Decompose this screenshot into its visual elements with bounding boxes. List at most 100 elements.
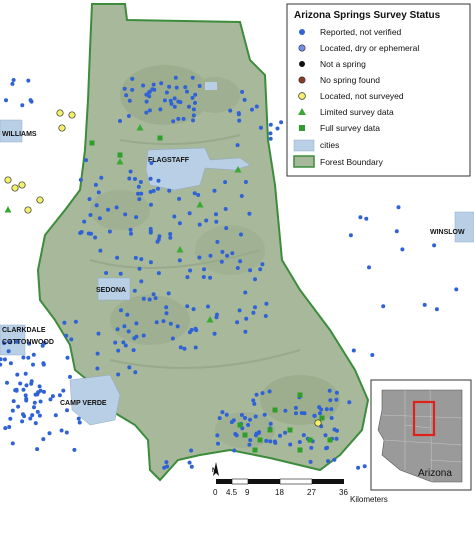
city-winslow <box>454 211 474 243</box>
spring-point-reported <box>178 345 183 350</box>
spring-point-reported <box>381 304 386 309</box>
spring-point-reported <box>167 84 172 89</box>
spring-point-located <box>36 196 44 204</box>
spring-point-reported <box>253 305 257 310</box>
city-label: COTTONWOOD <box>2 339 54 346</box>
city-label: CLARKDALE <box>2 327 46 334</box>
legend-title: Arizona Springs Survey Status <box>294 10 441 21</box>
spring-point-reported <box>167 188 172 193</box>
spring-point-reported <box>224 412 229 417</box>
spring-point-reported <box>141 296 146 301</box>
svg-text:N: N <box>212 468 216 474</box>
spring-point-reported <box>48 397 53 402</box>
spring-point-located <box>24 206 32 214</box>
legend-no-spring-symbol <box>298 76 306 84</box>
spring-point-reported <box>99 175 104 180</box>
spring-point-reported <box>61 388 66 393</box>
spring-point-reported <box>126 114 131 118</box>
spring-point-reported <box>77 420 82 425</box>
spring-point-reported <box>104 271 109 275</box>
spring-point-reported <box>253 277 257 282</box>
spring-point-reported <box>370 353 375 357</box>
spring-point-reported <box>168 235 173 240</box>
spring-point-reported <box>133 370 138 375</box>
spring-point-reported <box>93 235 98 240</box>
spring-point-reported <box>159 81 164 86</box>
spring-point-reported <box>235 320 240 325</box>
scale-tick: 18 <box>275 488 284 497</box>
spring-point-reported <box>41 362 46 367</box>
spring-point-reported <box>170 336 175 341</box>
spring-point-reported <box>84 158 89 163</box>
spring-point-reported <box>127 176 132 181</box>
spring-point-reported <box>193 100 197 105</box>
spring-point-reported <box>10 408 15 413</box>
spring-point-reported <box>24 398 29 403</box>
spring-point-reported <box>196 193 201 197</box>
spring-point-reported <box>251 310 256 315</box>
city-label: CAMP VERDE <box>60 400 107 407</box>
spring-point-located <box>314 419 322 427</box>
spring-point-reported <box>38 399 43 404</box>
spring-point-reported <box>190 95 195 100</box>
spring-point-reported <box>123 212 128 217</box>
spring-point-located <box>4 176 12 184</box>
spring-point-reported <box>215 433 220 438</box>
spring-point-reported <box>20 419 25 424</box>
spring-point-reported <box>246 423 251 427</box>
scale-bar: 0 4.5 9 18 27 36 Kilometers <box>213 478 388 504</box>
spring-point-reported <box>283 430 288 435</box>
spring-point-reported <box>124 93 129 98</box>
spring-point-reported <box>6 349 11 354</box>
spring-point-reported <box>168 321 173 326</box>
spring-point-reported <box>129 231 133 236</box>
spring-point-reported <box>147 297 152 302</box>
spring-point-reported <box>88 213 93 217</box>
spring-point-reported <box>175 324 180 329</box>
spring-point-reported <box>13 388 18 393</box>
spring-point-reported <box>119 308 123 313</box>
spring-point-reported <box>239 194 244 198</box>
spring-point-reported <box>107 229 112 234</box>
spring-point-reported <box>197 222 202 227</box>
spring-point-reported <box>187 211 192 216</box>
spring-point-reported <box>96 190 101 195</box>
spring-point-reported <box>238 259 243 264</box>
spring-point-reported <box>177 221 182 226</box>
spring-point-reported <box>422 302 427 307</box>
legend-reported-symbol <box>299 29 305 35</box>
spring-point-reported <box>256 431 261 436</box>
spring-point-reported <box>95 366 100 371</box>
spring-point-reported <box>225 253 230 258</box>
spring-point-reported <box>82 219 87 224</box>
spring-point-reported <box>122 86 127 91</box>
city-label: WILLIAMS <box>2 131 37 138</box>
spring-point-reported <box>168 232 173 236</box>
legend-item-label: Forest Boundary <box>320 157 384 167</box>
spring-point-reported <box>220 410 225 415</box>
spring-point-reported <box>96 331 101 336</box>
spring-point-reported <box>24 383 29 388</box>
city-label: SEDONA <box>96 287 126 294</box>
spring-point-full <box>327 437 333 443</box>
spring-point-reported <box>133 177 137 181</box>
spring-point-reported <box>162 98 167 103</box>
spring-point-reported <box>248 438 253 443</box>
spring-point-reported <box>134 334 139 339</box>
spring-point-reported <box>32 405 36 410</box>
spring-point-reported <box>191 107 196 112</box>
spring-point-reported <box>26 78 31 83</box>
spring-point-reported <box>248 268 253 273</box>
spring-point-reported <box>8 416 13 421</box>
spring-point-reported <box>215 239 220 244</box>
spring-point-reported <box>53 413 58 418</box>
spring-point-reported <box>126 329 131 334</box>
spring-point-full <box>267 427 273 433</box>
spring-point-reported <box>212 188 217 193</box>
spring-point-reported <box>156 271 161 276</box>
spring-point-reported <box>240 89 245 94</box>
spring-point-reported <box>183 85 188 90</box>
spring-point-reported <box>254 392 259 397</box>
legend-item-label: Not a spring <box>320 59 366 69</box>
spring-point-reported <box>20 103 25 108</box>
